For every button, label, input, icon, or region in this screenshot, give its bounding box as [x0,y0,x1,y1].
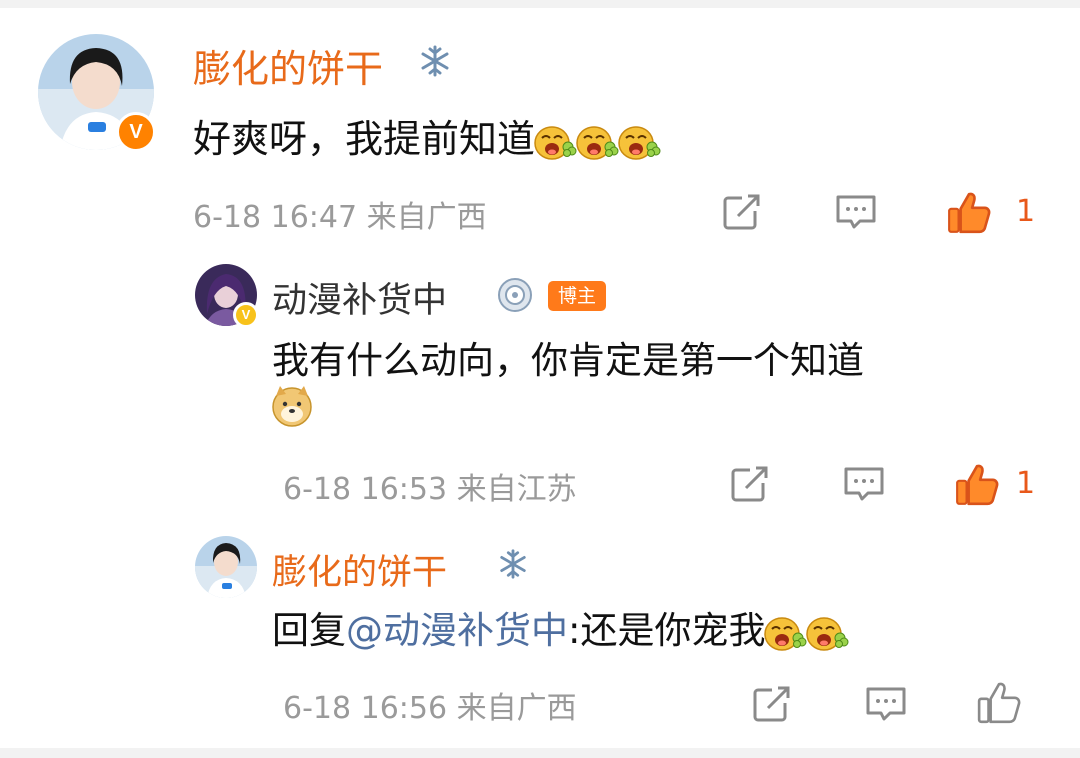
thumbs-up-icon[interactable] [954,462,1000,508]
comment-icon[interactable] [864,684,908,724]
share-icon[interactable] [720,192,764,232]
share-icon[interactable] [750,684,794,724]
comment-text: 好爽呀，我提前知道 [193,108,661,163]
snowflake-badge-icon [418,44,452,78]
medal-badge-icon [498,278,532,312]
laughing-emoji-icon [575,122,619,162]
top-divider [0,0,1080,8]
laughing-emoji-icon [533,122,577,162]
comment-text: 我有什么动向，你肯定是第一个知道 [272,339,864,382]
snowflake-badge-icon [497,548,529,580]
like-count: 1 [1016,194,1036,229]
username[interactable]: 膨化的饼干 [193,38,383,93]
doge-emoji-icon [272,386,312,427]
laughing-emoji-icon [763,613,807,653]
comment-icon[interactable] [834,192,878,232]
mention-link[interactable]: @动漫补货中 [346,609,568,652]
thumbs-up-icon[interactable] [976,680,1022,726]
comment-meta: 6-18 16:56 来自广西 [283,691,577,726]
comment-icon[interactable] [842,464,886,504]
reply-prefix: 回复 [272,609,346,652]
like-count: 1 [1016,466,1036,501]
thumbs-up-icon[interactable] [946,190,992,236]
username[interactable]: 膨化的饼干 [272,544,447,595]
comment-text-body: 好爽呀，我提前知道 [193,117,536,161]
laughing-emoji-icon [805,613,849,653]
comment-text-body: :还是你宠我 [568,609,766,652]
username[interactable]: 动漫补货中 [272,272,447,323]
blogger-badge: 博主 [548,281,606,311]
comment-text: 回复@动漫补货中:还是你宠我 [272,600,849,654]
share-icon[interactable] [728,464,772,504]
bottom-divider [0,748,1080,758]
comment-meta: 6-18 16:53 来自江苏 [283,472,577,507]
comment-meta: 6-18 16:47 来自广西 [193,200,487,235]
verified-badge-icon: V [116,112,156,152]
laughing-emoji-icon [617,122,661,162]
verified-badge-icon: V [233,302,259,328]
avatar[interactable] [195,536,257,598]
